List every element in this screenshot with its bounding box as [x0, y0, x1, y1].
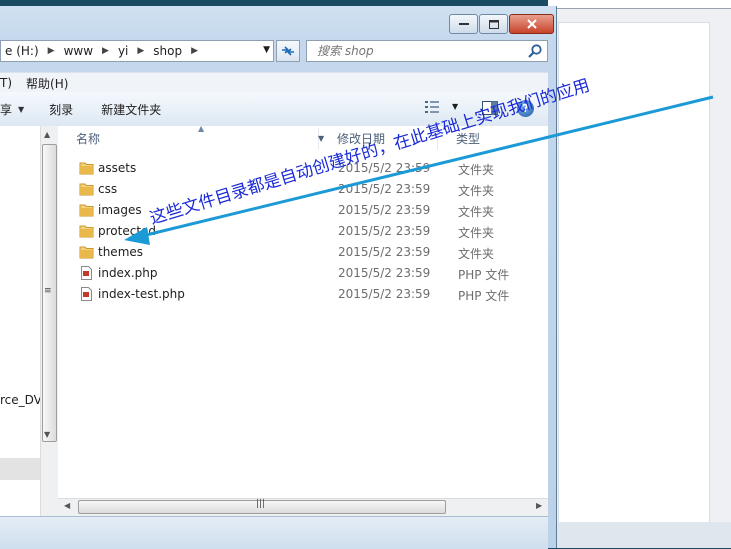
- new-folder-button[interactable]: 新建文件夹: [101, 101, 161, 118]
- scroll-right-icon[interactable]: ▶: [536, 501, 542, 510]
- caption-buttons: [449, 14, 555, 34]
- file-type: 文件夹: [458, 226, 495, 240]
- file-row[interactable]: index-test.php 2015/5/2 23:59 PHP 文件: [58, 284, 548, 305]
- scroll-left-icon[interactable]: ◀: [64, 501, 70, 510]
- menu-tools[interactable]: T): [0, 76, 12, 90]
- folder-icon: [79, 183, 94, 196]
- refresh-icon: [282, 46, 294, 56]
- file-date-modified: 2015/5/2 23:59: [338, 182, 431, 196]
- scroll-grip-icon: |||: [256, 499, 266, 509]
- file-row[interactable]: images 2015/5/2 23:59 文件夹: [58, 200, 548, 221]
- maximize-icon: [488, 19, 499, 29]
- menu-bar: T) 帮助(H): [0, 72, 548, 93]
- php-file-icon: [81, 287, 92, 301]
- file-row[interactable]: index.php 2015/5/2 23:59 PHP 文件: [58, 263, 548, 284]
- file-type: 文件夹: [458, 247, 495, 261]
- file-row[interactable]: protected 2015/5/2 23:59 文件夹: [58, 221, 548, 242]
- file-type: PHP 文件: [458, 268, 510, 282]
- share-label: 享: [0, 102, 13, 117]
- share-button[interactable]: 享 ▼: [0, 101, 24, 118]
- breadcrumb-www[interactable]: www: [64, 44, 93, 58]
- close-button[interactable]: [509, 14, 554, 34]
- file-type: 文件夹: [458, 184, 495, 198]
- breadcrumb-yi[interactable]: yi: [118, 44, 128, 58]
- file-type: 文件夹: [458, 205, 495, 219]
- breadcrumb-separator-icon[interactable]: ▶: [48, 46, 55, 56]
- file-date-modified: 2015/5/2 23:59: [338, 224, 431, 238]
- column-name[interactable]: 名称: [58, 128, 319, 150]
- maximize-button[interactable]: [479, 14, 508, 34]
- search-box[interactable]: [306, 40, 548, 62]
- search-input[interactable]: [315, 43, 529, 59]
- refresh-button[interactable]: [276, 40, 300, 62]
- file-name[interactable]: protected: [98, 224, 156, 238]
- file-name[interactable]: assets: [98, 161, 136, 175]
- navigation-pane-item-label[interactable]: rce_DV: [0, 393, 42, 407]
- chevron-down-icon[interactable]: ▼: [263, 45, 270, 55]
- scroll-up-icon[interactable]: ▲: [44, 130, 50, 139]
- file-name[interactable]: index-test.php: [98, 287, 185, 301]
- file-date-modified: 2015/5/2 23:59: [338, 287, 431, 301]
- folder-icon: [79, 246, 94, 259]
- burn-button[interactable]: 刻录: [49, 101, 73, 118]
- php-file-icon: [81, 266, 92, 280]
- file-date-modified: 2015/5/2 23:59: [338, 266, 431, 280]
- breadcrumb-separator-icon[interactable]: ▶: [102, 46, 109, 56]
- file-date-modified: 2015/5/2 23:59: [338, 203, 431, 217]
- minimize-button[interactable]: [449, 14, 478, 34]
- scroll-down-icon[interactable]: ▼: [44, 430, 50, 439]
- file-name[interactable]: index.php: [98, 266, 157, 280]
- minimize-icon: [458, 23, 469, 25]
- background-window-bottom: [548, 522, 731, 548]
- breadcrumb-drive[interactable]: e (H:): [5, 44, 39, 58]
- file-name[interactable]: themes: [98, 245, 143, 259]
- scroll-grip-icon: ≡: [44, 286, 52, 296]
- breadcrumb-separator-icon[interactable]: ▶: [191, 46, 198, 56]
- breadcrumb-shop[interactable]: shop: [153, 44, 182, 58]
- search-icon[interactable]: [527, 43, 543, 59]
- column-header: 名称 修改日期 类型: [58, 128, 548, 150]
- navigation-pane-selected-row[interactable]: [0, 458, 40, 480]
- breadcrumb-separator-icon[interactable]: ▶: [137, 46, 144, 56]
- sort-ascending-icon: ▲: [198, 124, 205, 133]
- folder-icon: [79, 162, 94, 175]
- view-list-icon[interactable]: [425, 101, 439, 113]
- folder-icon: [79, 204, 94, 217]
- menu-help[interactable]: 帮助(H): [26, 75, 68, 92]
- details-pane: [0, 516, 548, 549]
- file-type: 文件夹: [458, 163, 495, 177]
- file-type: PHP 文件: [458, 289, 510, 303]
- folder-icon: [79, 225, 94, 238]
- address-bar[interactable]: e (H:) ▶ www ▶ yi ▶ shop ▶ ▼: [0, 40, 274, 62]
- column-filter-chevron-icon[interactable]: ▼: [318, 134, 324, 143]
- file-name[interactable]: css: [98, 182, 117, 196]
- close-icon: [526, 19, 537, 29]
- file-date-modified: 2015/5/2 23:59: [338, 245, 431, 259]
- background-window-titlebar: [548, 0, 731, 9]
- chevron-down-icon: ▼: [18, 104, 25, 114]
- file-name[interactable]: images: [98, 203, 142, 217]
- file-row[interactable]: themes 2015/5/2 23:59 文件夹: [58, 242, 548, 263]
